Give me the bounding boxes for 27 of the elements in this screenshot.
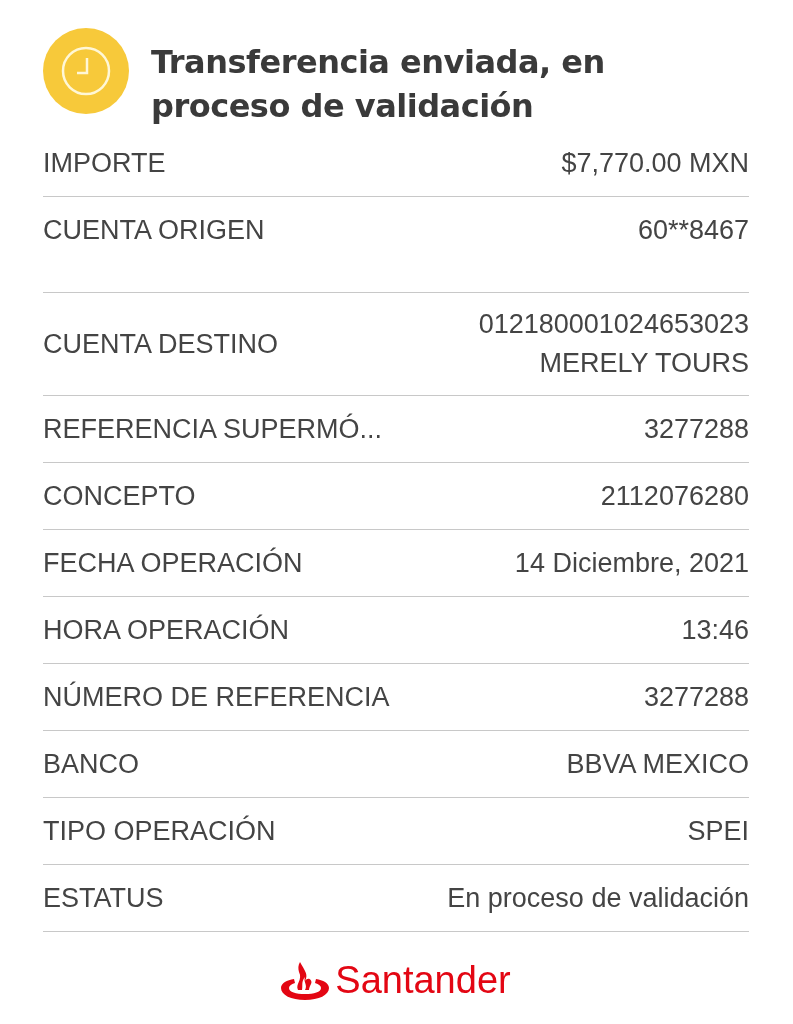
field-value: En proceso de validación — [447, 881, 749, 915]
field-label: IMPORTE — [43, 146, 166, 180]
field-label: CONCEPTO — [43, 479, 196, 513]
field-value: 60**8467 — [637, 214, 749, 247]
field-label: HORA OPERACIÓN — [43, 613, 290, 647]
field-label: BANCO — [43, 747, 140, 781]
field-label: CUENTA ORIGEN — [43, 214, 265, 247]
status-title: Transferencia enviada, en proceso de validación — [151, 42, 606, 127]
field-value: BBVA MEXICO — [566, 747, 749, 781]
field-value: 3277288 — [643, 680, 749, 714]
field-label: CUENTA DESTINO — [43, 327, 279, 361]
flame-icon — [281, 962, 330, 1000]
field-label: ESTATUS — [43, 881, 164, 915]
field-value: 13:46 — [681, 613, 749, 647]
field-label: TIPO OPERACIÓN — [43, 814, 276, 848]
field-label: REFERENCIA SUPERMÓ... — [43, 412, 383, 446]
field-label: FECHA OPERACIÓN — [43, 546, 303, 580]
field-value: 012180001024653023 — [478, 308, 749, 341]
field-value: 2112076280 — [600, 479, 749, 513]
field-value: 14 Diciembre, 2021 — [514, 546, 749, 580]
field-value: $7,770.00 MXN — [561, 146, 749, 180]
field-value: MERELY TOURS — [539, 347, 749, 380]
field-value: 3277288 — [643, 412, 749, 446]
clock-icon — [43, 28, 129, 114]
field-value: SPEI — [687, 814, 749, 848]
brand-logo: Santander — [335, 960, 511, 1000]
field-label: NÚMERO DE REFERENCIA — [43, 680, 390, 714]
